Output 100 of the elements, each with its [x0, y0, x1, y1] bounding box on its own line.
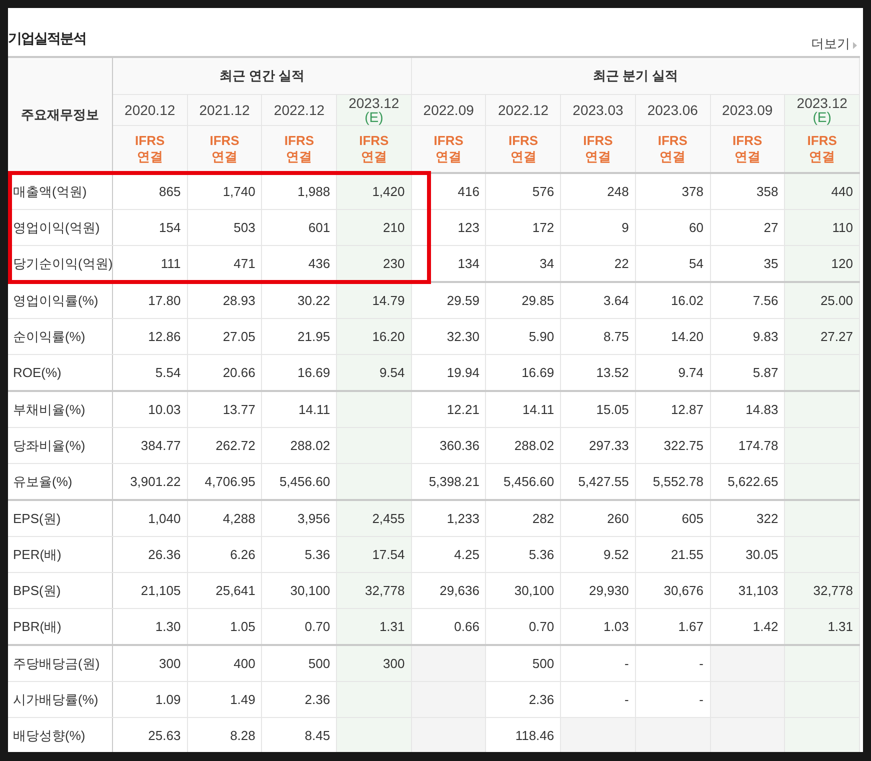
- table-cell: 1,740: [187, 173, 262, 210]
- table-cell: 14.20: [635, 318, 710, 354]
- estimate-mark: (E): [812, 110, 832, 124]
- table-cell: 5.36: [486, 536, 561, 572]
- table-cell: 12.86: [112, 318, 188, 354]
- table-cell: 123: [411, 210, 486, 246]
- table-cell: 16.20: [336, 318, 412, 354]
- table-cell: 416: [411, 173, 486, 210]
- table-cell: 27.27: [784, 318, 860, 354]
- table-cell: 120: [784, 246, 860, 282]
- table-cell: 9: [560, 210, 636, 246]
- table-cell: -: [560, 645, 636, 682]
- more-link[interactable]: 더보기: [811, 35, 850, 53]
- table-cell: 384.77: [112, 428, 188, 464]
- basis-label: IFRS 연결: [187, 126, 262, 173]
- period-header: 2020.12: [112, 94, 188, 126]
- table-cell: 154: [112, 210, 188, 246]
- table-cell: 297.33: [560, 428, 636, 464]
- table-cell: 29,930: [560, 572, 636, 608]
- period-header: 2021.12: [187, 94, 262, 126]
- table-cell: 503: [187, 210, 262, 246]
- table-cell: 288.02: [486, 428, 561, 464]
- table-cell: 865: [112, 173, 188, 210]
- table-cell: 3.64: [560, 282, 636, 318]
- table-cell: 1.31: [336, 608, 412, 645]
- table-cell: 15.05: [560, 391, 636, 428]
- period-label: 2023.12: [796, 96, 848, 110]
- row-label: 부채비율(%): [8, 391, 112, 428]
- table-cell: 29.59: [411, 282, 486, 318]
- column-header: 최근 연간 실적: [112, 57, 412, 94]
- table-cell: 32,778: [336, 572, 412, 608]
- table-cell: 360.36: [411, 428, 486, 464]
- table-cell: 21,105: [112, 572, 188, 608]
- table-cell: 9.54: [336, 354, 412, 391]
- section-title: 기업실적분석: [8, 30, 86, 48]
- row-label: 순이익률(%): [8, 318, 112, 354]
- period-header: 2022.12: [486, 94, 561, 126]
- table-cell: 605: [635, 500, 710, 536]
- table-cell: 32.30: [411, 318, 486, 354]
- table-cell: 14.79: [336, 282, 412, 318]
- table-cell: 5.90: [486, 318, 561, 354]
- table-cell: 262.72: [187, 428, 262, 464]
- table-cell: 27.05: [187, 318, 262, 354]
- row-label: 영업이익률(%): [8, 282, 112, 318]
- basis-label: IFRS 연결: [411, 126, 486, 173]
- row-label: EPS(원): [8, 500, 112, 536]
- table-cell: 440: [784, 173, 860, 210]
- table-cell: 260: [560, 500, 636, 536]
- table-cell: 10.03: [112, 391, 188, 428]
- table-cell: 248: [560, 173, 636, 210]
- row-label: BPS(원): [8, 572, 112, 608]
- table-cell: 25,641: [187, 572, 262, 608]
- period-label: 2023.12: [348, 96, 400, 110]
- table-cell: 210: [336, 210, 412, 246]
- basis-label: IFRS 연결: [486, 126, 561, 173]
- period-header: 2022.12: [262, 94, 337, 126]
- table-cell: 110: [784, 210, 860, 246]
- table-cell: 30,100: [486, 572, 561, 608]
- table-cell: 300: [112, 645, 188, 682]
- period-header: 2023.06: [635, 94, 710, 126]
- basis-label: IFRS 연결: [710, 126, 785, 173]
- table-cell: 4,288: [187, 500, 262, 536]
- row-label: 시가배당률(%): [8, 682, 112, 718]
- table-cell: 1,420: [336, 173, 412, 210]
- caret-icon[interactable]: [853, 42, 857, 49]
- table-cell: 13.77: [187, 391, 262, 428]
- table-cell: 300: [336, 645, 412, 682]
- table-cell: 1.49: [187, 682, 262, 718]
- table-cell: 230: [336, 246, 412, 282]
- table-cell: -: [635, 645, 710, 682]
- table-cell: 29.85: [486, 282, 561, 318]
- table-cell: 1,040: [112, 500, 188, 536]
- column-header: 주요재무정보: [8, 57, 112, 173]
- table-cell: 1.31: [784, 608, 860, 645]
- period-header: 2022.09: [411, 94, 486, 126]
- table-cell: 282: [486, 500, 561, 536]
- row-label: 당좌비율(%): [8, 428, 112, 464]
- table-cell: 322.75: [635, 428, 710, 464]
- table-cell: 26.36: [112, 536, 188, 572]
- basis-label: IFRS 연결: [112, 126, 188, 173]
- table-cell: 60: [635, 210, 710, 246]
- row-label: 주당배당금(원): [8, 645, 112, 682]
- table-cell: 17.80: [112, 282, 188, 318]
- table-cell: 6.26: [187, 536, 262, 572]
- table-cell: 28.93: [187, 282, 262, 318]
- table-cell: 12.87: [635, 391, 710, 428]
- table-cell: 12.21: [411, 391, 486, 428]
- basis-label: IFRS 연결: [336, 126, 412, 173]
- table-cell: 2.36: [486, 682, 561, 718]
- table-cell: 378: [635, 173, 710, 210]
- basis-label: IFRS 연결: [262, 126, 337, 173]
- table-cell: 500: [486, 645, 561, 682]
- estimate-mark: (E): [364, 110, 384, 124]
- table-cell: 400: [187, 645, 262, 682]
- period-header: 2023.03: [560, 94, 636, 126]
- table-cell: 172: [486, 210, 561, 246]
- table-cell: 14.11: [486, 391, 561, 428]
- table-cell: 2,455: [336, 500, 412, 536]
- column-header: 최근 분기 실적: [411, 57, 860, 94]
- table-cell: 8.75: [560, 318, 636, 354]
